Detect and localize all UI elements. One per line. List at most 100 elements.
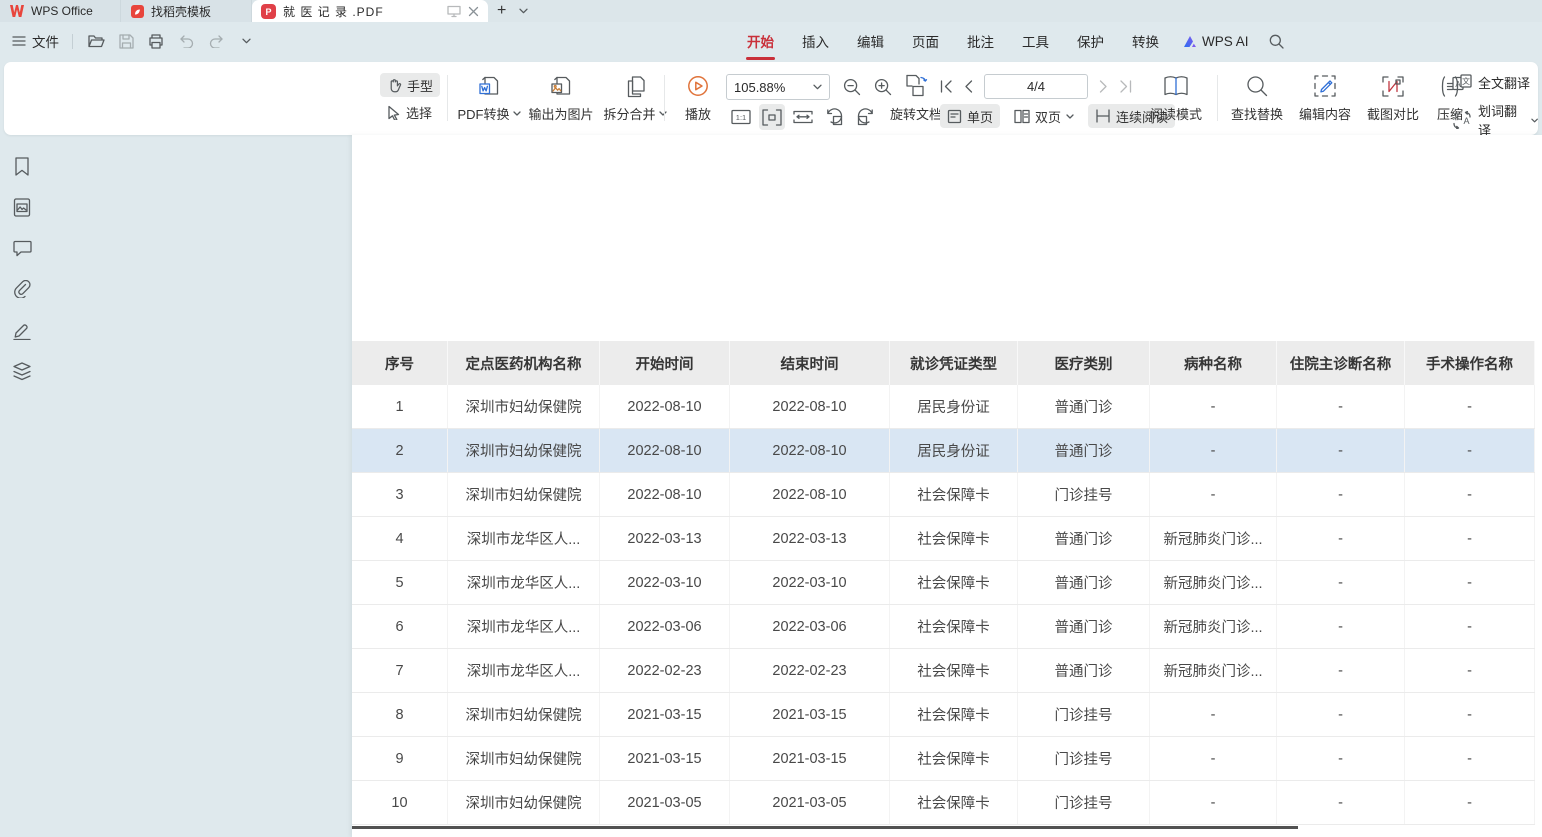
table-cell: - [1277, 649, 1405, 692]
attachment-icon[interactable] [11, 278, 33, 300]
more-commands-chevron-icon[interactable] [236, 31, 256, 51]
layers-icon[interactable] [11, 360, 33, 382]
hand-tool-button[interactable]: 手型 [380, 73, 440, 97]
table-cell: 7 [352, 649, 448, 692]
edit-content-label: 编辑内容 [1299, 104, 1351, 123]
undo-icon[interactable] [176, 31, 196, 51]
table-cell: - [1405, 473, 1535, 516]
table-cell: 2021-03-15 [730, 693, 890, 736]
thumbnail-image-icon[interactable] [11, 196, 33, 218]
table-cell: - [1277, 517, 1405, 560]
full-translate-button[interactable]: A文 全文翻译 [1452, 73, 1538, 92]
file-menu-button[interactable]: 文件 [12, 31, 59, 51]
single-page-button[interactable]: 单页 [940, 104, 1000, 128]
table-row[interactable]: 9深圳市妇幼保健院2021-03-152021-03-15社会保障卡门诊挂号--… [352, 737, 1535, 781]
find-replace-button[interactable]: 查找替换 [1226, 71, 1288, 123]
wps-ai-logo-icon [1183, 35, 1197, 48]
new-tab-button[interactable]: + [488, 0, 515, 22]
table-row[interactable]: 7深圳市龙华区人...2022-02-232022-02-23社会保障卡普通门诊… [352, 649, 1535, 693]
table-row[interactable]: 2深圳市妇幼保健院2022-08-102022-08-10居民身份证普通门诊--… [352, 429, 1535, 473]
redo-icon[interactable] [206, 31, 226, 51]
table-cell: 深圳市龙华区人... [448, 561, 600, 604]
pdf-page[interactable]: 序号定点医药机构名称开始时间结束时间就诊凭证类型医疗类别病种名称住院主诊断名称手… [352, 135, 1542, 837]
next-page-icon[interactable] [1099, 80, 1108, 93]
table-cell: 普通门诊 [1018, 517, 1150, 560]
comment-icon[interactable] [11, 237, 33, 259]
table-cell: 2021-03-05 [600, 781, 730, 824]
double-page-button[interactable]: 双页 [1007, 104, 1081, 128]
tab-docer[interactable]: 找稻壳模板 [121, 0, 252, 22]
table-cell: 4 [352, 517, 448, 560]
table-row[interactable]: 1深圳市妇幼保健院2022-08-102022-08-10居民身份证普通门诊--… [352, 385, 1535, 429]
edit-content-button[interactable]: 编辑内容 [1294, 71, 1356, 123]
select-tool-button[interactable]: 选择 [380, 100, 440, 124]
table-header-cell: 手术操作名称 [1405, 341, 1535, 385]
chevron-down-icon [1531, 118, 1538, 123]
play-button[interactable]: 播放 [676, 71, 720, 123]
read-mode-button[interactable]: 阅读模式 [1147, 71, 1205, 123]
open-file-icon[interactable] [86, 31, 106, 51]
menu-tab-comment[interactable]: 批注 [953, 22, 1008, 60]
divider [72, 34, 73, 49]
table-row[interactable]: 8深圳市妇幼保健院2021-03-152021-03-15社会保障卡门诊挂号--… [352, 693, 1535, 737]
table-cell: 门诊挂号 [1018, 693, 1150, 736]
menu-tab-home[interactable]: 开始 [733, 22, 788, 60]
fit-page-button[interactable] [790, 104, 816, 130]
actual-size-button[interactable]: 1:1 [728, 104, 754, 130]
table-cell: 2022-08-10 [600, 429, 730, 472]
follow-screen-icon[interactable] [447, 5, 461, 18]
rotate-left-icon[interactable] [821, 104, 847, 130]
table-cell: 2022-08-10 [730, 385, 890, 428]
menu-tab-edit[interactable]: 编辑 [843, 22, 898, 60]
play-label: 播放 [685, 104, 711, 123]
first-page-icon[interactable] [940, 80, 953, 93]
menu-tab-convert[interactable]: 转换 [1118, 22, 1173, 60]
menu-tab-insert[interactable]: 插入 [788, 22, 843, 60]
table-header-cell: 住院主诊断名称 [1277, 341, 1405, 385]
page-number-input[interactable]: 4/4 [984, 74, 1088, 99]
export-image-button[interactable]: 输出为图片 [526, 71, 596, 123]
table-row[interactable]: 4深圳市龙华区人...2022-03-132022-03-13社会保障卡普通门诊… [352, 517, 1535, 561]
tab-list-chevron-icon[interactable] [515, 0, 532, 22]
menu-tab-protect[interactable]: 保护 [1063, 22, 1118, 60]
menu-search-icon[interactable] [1259, 22, 1294, 60]
table-header-cell: 开始时间 [600, 341, 730, 385]
save-icon[interactable] [116, 31, 136, 51]
play-icon [686, 71, 710, 98]
signature-pen-icon[interactable] [11, 319, 33, 341]
table-cell: 普通门诊 [1018, 605, 1150, 648]
table-cell: - [1405, 781, 1535, 824]
table-row[interactable]: 3深圳市妇幼保健院2022-08-102022-08-10社会保障卡门诊挂号--… [352, 473, 1535, 517]
table-row[interactable]: 10深圳市妇幼保健院2021-03-052021-03-05社会保障卡门诊挂号-… [352, 781, 1535, 825]
pdf-convert-button[interactable]: PDF转换 [456, 71, 522, 123]
table-cell: 5 [352, 561, 448, 604]
bookmark-icon[interactable] [11, 155, 33, 177]
print-icon[interactable] [146, 31, 166, 51]
last-page-icon[interactable] [1119, 80, 1132, 93]
table-cell: 2022-03-13 [730, 517, 890, 560]
rotate-right-icon[interactable] [852, 104, 878, 130]
page-indicator: 4/4 [1027, 79, 1045, 94]
export-image-label: 输出为图片 [528, 104, 593, 123]
split-merge-button[interactable]: 拆分合并 [600, 71, 670, 123]
table-row[interactable]: 5深圳市龙华区人...2022-03-102022-03-10社会保障卡普通门诊… [352, 561, 1535, 605]
menu-tab-tools[interactable]: 工具 [1008, 22, 1063, 60]
table-cell: - [1150, 429, 1277, 472]
wps-ai-button[interactable]: WPS AI [1173, 22, 1259, 60]
table-cell: 普通门诊 [1018, 649, 1150, 692]
svg-text:P: P [265, 7, 271, 17]
previous-page-icon[interactable] [964, 80, 973, 93]
zoom-out-icon[interactable] [843, 78, 861, 96]
screenshot-compare-button[interactable]: 截图对比 [1362, 71, 1424, 123]
table-cell: 2022-02-23 [730, 649, 890, 692]
tab-wps-office[interactable]: WPS Office [0, 0, 121, 22]
zoom-level-select[interactable]: 105.88% [726, 74, 830, 100]
menu-tab-page[interactable]: 页面 [898, 22, 953, 60]
table-cell: 社会保障卡 [890, 737, 1018, 780]
rotate-document-label: 旋转文档 [890, 104, 942, 123]
word-translate-button[interactable]: 文A 划词翻译 [1452, 101, 1538, 139]
close-tab-icon[interactable] [468, 6, 479, 17]
tab-document-active[interactable]: P 就 医 记 录 .PDF [252, 0, 488, 22]
table-row[interactable]: 6深圳市龙华区人...2022-03-062022-03-06社会保障卡普通门诊… [352, 605, 1535, 649]
fit-width-button[interactable] [759, 104, 785, 130]
